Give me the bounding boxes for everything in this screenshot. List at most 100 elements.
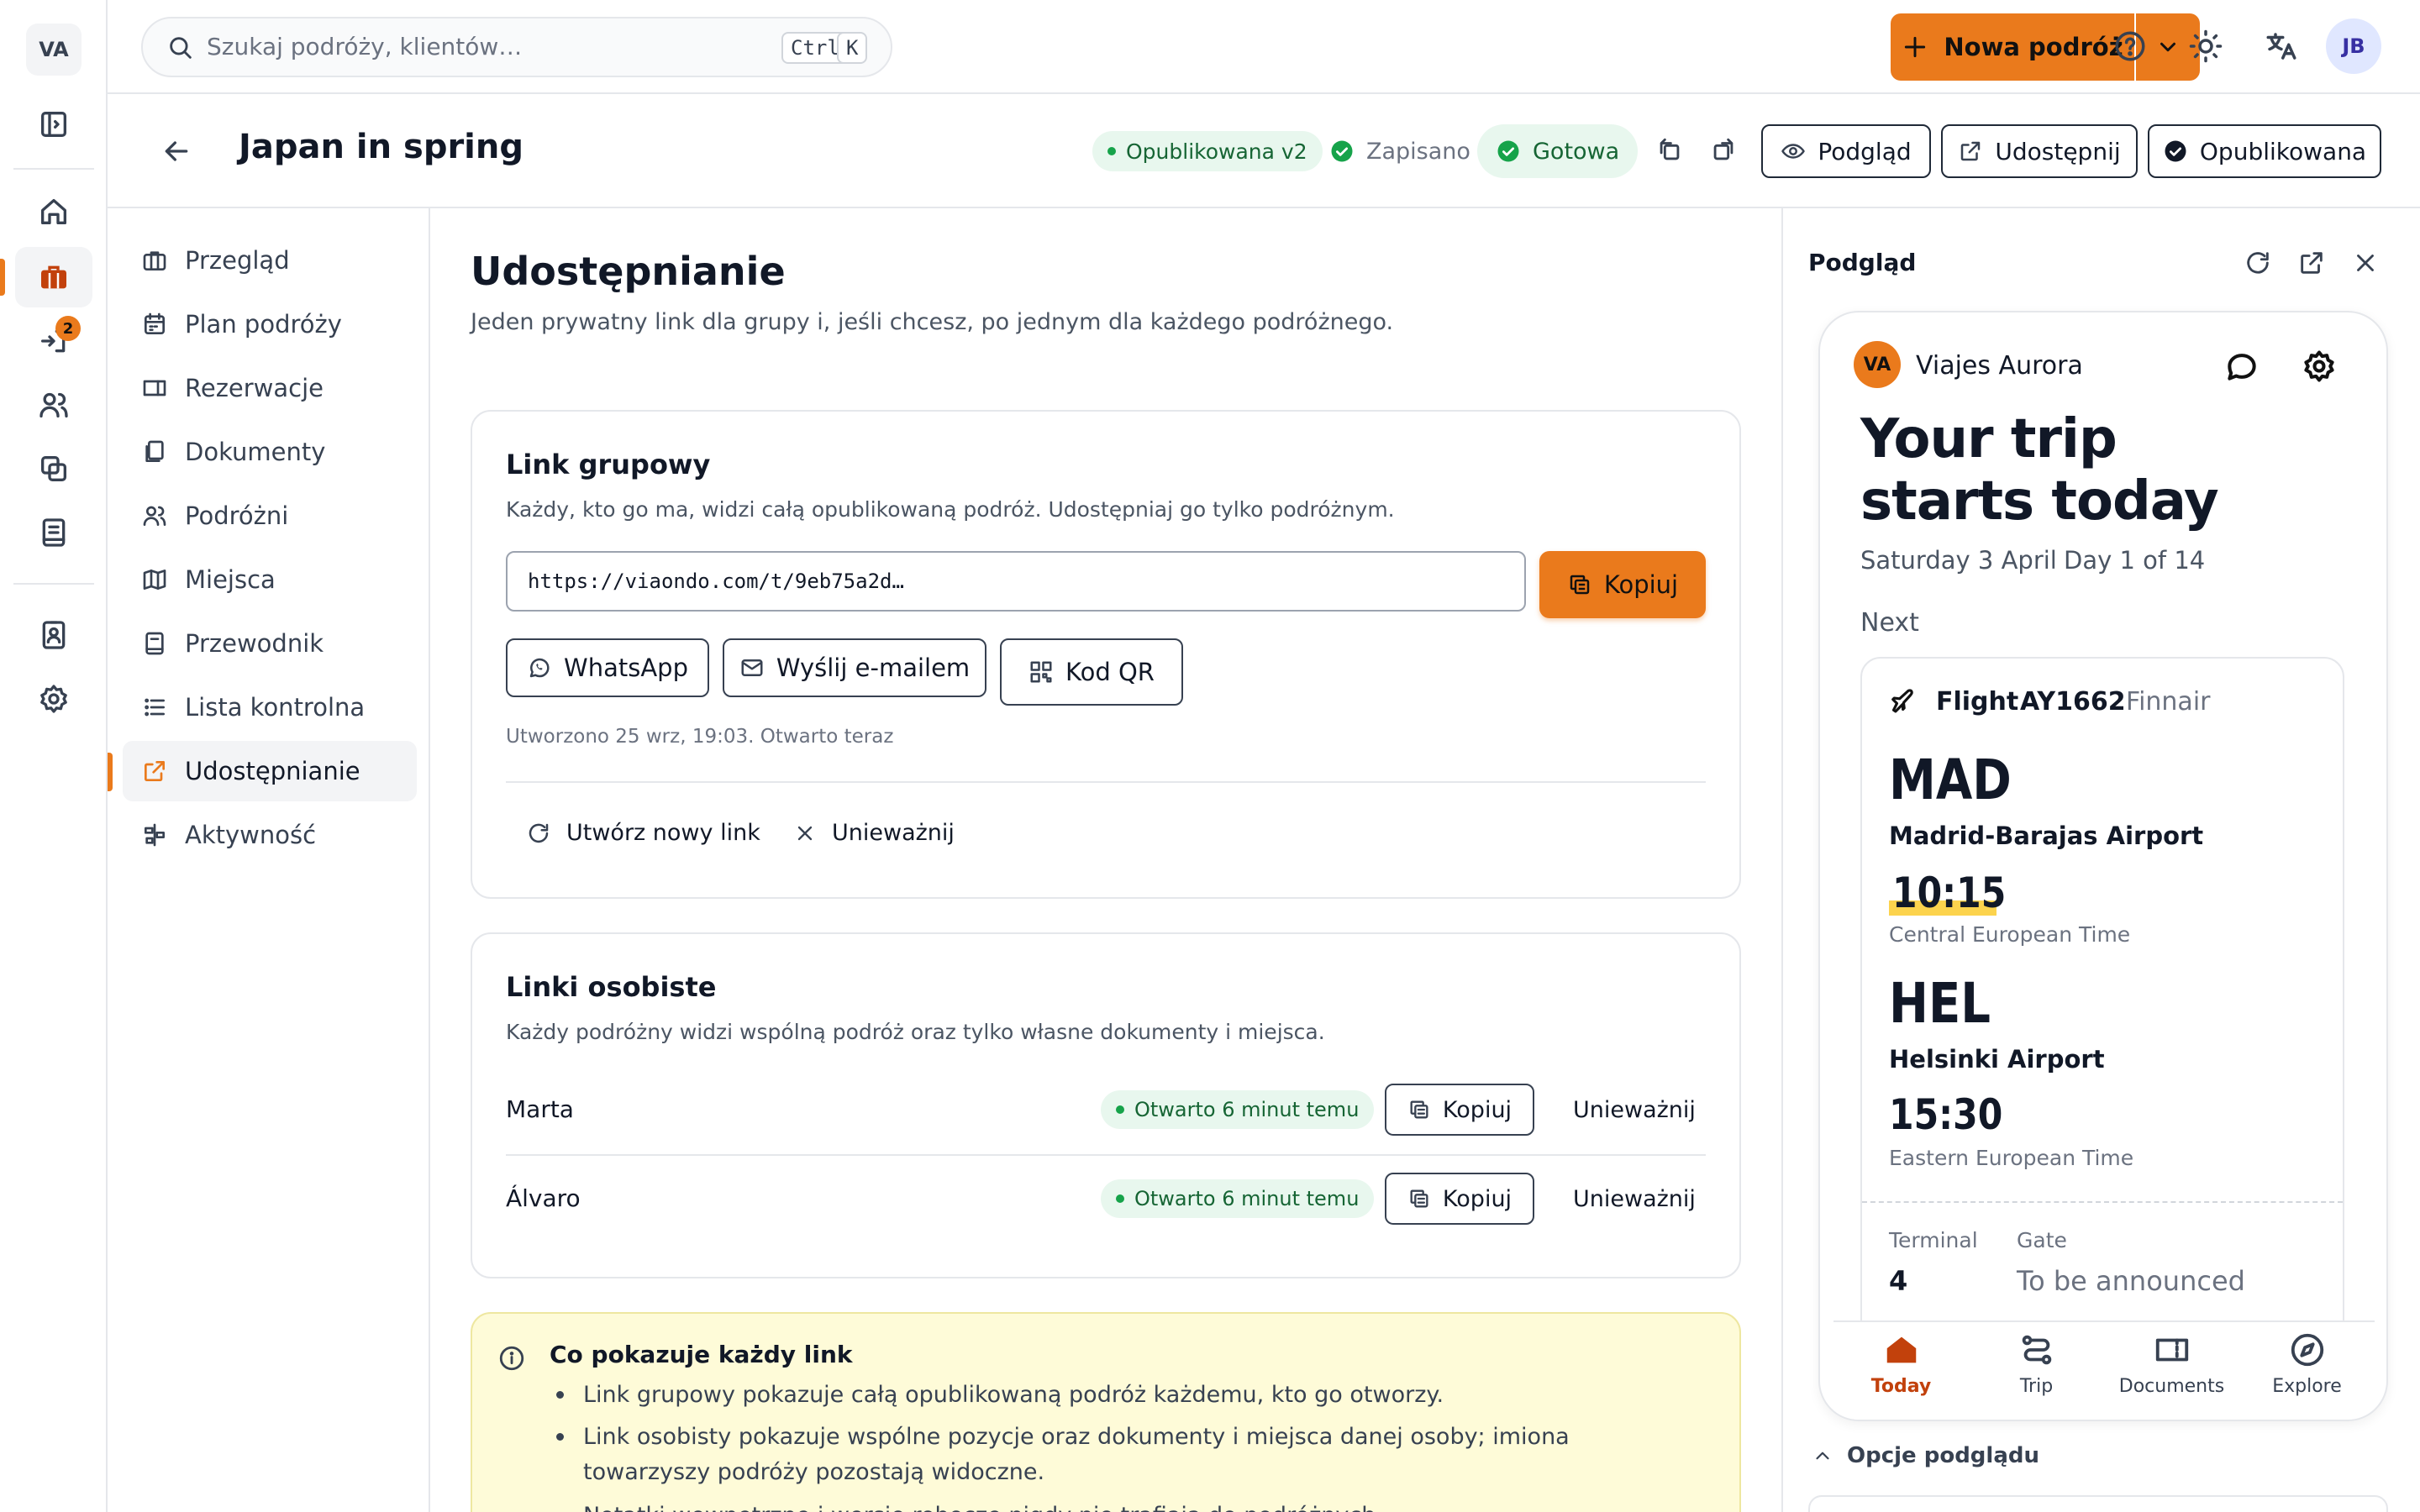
info-title: Co pokazuje każdy link [550,1341,853,1368]
tab-today[interactable]: Today [1833,1331,1969,1415]
sidebar-item-label: Udostępnianie [185,757,360,785]
sidebar-item-przegląd[interactable]: Przegląd [123,230,417,291]
revoke-personal-link-button[interactable]: Unieważnij [1573,1186,1696,1212]
rail-settings[interactable] [15,669,92,729]
group-link-url-field[interactable]: https://viaondo.com/t/9eb75a2d… [506,551,1526,612]
nav-active-indicator [108,753,113,791]
sidebar-item-lista-kontrolna[interactable]: Lista kontrolna [123,677,417,738]
arrival-time: 15:30 [1889,1090,2003,1139]
copy-personal-link-button[interactable]: Kopiuj [1385,1084,1534,1136]
sidebar-item-plan-podróży[interactable]: Plan podróży [123,294,417,354]
search-input[interactable]: Szukaj podróży, klientów… [207,32,522,62]
eye-icon [1781,144,1806,159]
gear-icon[interactable] [2301,348,2338,385]
page-title: Japan in spring [239,128,524,166]
copy-personal-link-button[interactable]: Kopiuj [1385,1173,1534,1225]
activity-icon [145,823,165,847]
check-circle-icon [1497,140,1519,162]
layers-icon [41,456,66,481]
tab-trip[interactable]: Trip [1969,1331,2104,1415]
tab-documents[interactable]: Documents [2104,1331,2239,1415]
sidebar-item-label: Miejsca [185,565,276,594]
sidebar-item-label: Lista kontrolna [185,693,366,722]
phone-preview: VA Viajes Aurora Your trip starts today … [1818,311,2388,1421]
search-box[interactable]: Szukaj podróży, klientów… Ctrl K [141,17,892,77]
contact-card-icon [42,621,66,649]
copy-group-link-label: Kopiuj [1603,570,1679,599]
email-share-button[interactable]: Wyślij e-mailem [723,638,986,697]
regenerate-link-button[interactable]: Utwórz nowy link [526,820,760,846]
redo-icon[interactable] [1709,136,1738,165]
compass-icon [2291,1333,2323,1367]
ready-status-badge[interactable]: Gotowa [1477,124,1639,178]
sidebar-item-label: Przegląd [185,246,290,275]
chat-icon[interactable] [2223,348,2260,385]
sidebar-item-udostępnianie[interactable]: Udostępnianie [123,741,417,801]
agency-logo[interactable]: VA [26,24,82,76]
arrival-code: HEL [1889,971,1991,1036]
sidebar-item-aktywność[interactable]: Aktywność [123,805,417,865]
arrival-airport: Helsinki Airport [1889,1045,2105,1074]
copy-group-link-button[interactable]: Kopiuj [1539,551,1706,618]
close-icon[interactable] [2351,249,2380,277]
user-avatar[interactable]: JB [2326,18,2381,74]
departure-code: MAD [1889,748,2012,812]
plus-icon [1905,36,1926,58]
status-dot [1116,1105,1124,1114]
preview-options-label: Opcje podglądu [1847,1443,2039,1468]
sidebar-item-podróżni[interactable]: Podróżni [123,486,417,546]
divider [506,781,1706,783]
refresh-icon[interactable] [2244,249,2272,277]
sidebar-item-dokumenty[interactable]: Dokumenty [123,422,417,482]
back-arrow-icon[interactable] [160,134,193,168]
sidebar-item-przewodnik[interactable]: Przewodnik [123,613,417,674]
help-icon[interactable] [2112,29,2148,64]
documents-icon [145,440,164,462]
agency-name: Viajes Aurora [1916,351,2083,381]
chevron-down-icon [2160,42,2175,52]
refresh-icon [529,823,549,843]
new-trip-button[interactable]: Nowa podróż [1891,13,2134,81]
revoke-personal-link-button[interactable]: Unieważnij [1573,1097,1696,1123]
sidebar-item-rezerwacje[interactable]: Rezerwacje [123,358,417,418]
copy-icon [1410,1189,1428,1208]
rail-requests[interactable]: 2 [15,311,92,371]
preview-button[interactable]: Podgląd [1761,124,1931,178]
gate-value: To be announced [2017,1265,2245,1297]
check-circle-icon [2165,140,2186,162]
rail-clients[interactable] [15,375,92,435]
sidebar-item-miejsca[interactable]: Miejsca [123,549,417,610]
revoke-group-link-button[interactable]: Unieważnij [793,820,955,846]
tab-explore[interactable]: Explore [2239,1331,2375,1415]
whatsapp-share-button[interactable]: WhatsApp [506,638,709,697]
briefcase-icon [143,251,166,270]
preview-options-toggle[interactable]: Opcje podglądu [1812,1443,2039,1468]
external-link-icon[interactable] [2297,249,2326,277]
toggle-sidebar-button[interactable] [15,94,92,155]
rail-trips[interactable] [15,247,92,307]
rail-contacts[interactable] [15,605,92,665]
published-button[interactable]: Opublikowana [2148,124,2381,178]
ticket-icon [143,380,166,396]
info-bullet: Link grupowy pokazuje całą opublikowaną … [583,1382,1444,1408]
qr-code-button[interactable]: Kod QR [1000,638,1183,706]
copy-label: Kopiuj [1442,1096,1512,1123]
undo-icon[interactable] [1655,136,1684,165]
group-link-description: Każdy, kto go ma, widzi całą opublikowan… [506,497,1395,522]
sidebar-item-label: Rezerwacje [185,374,324,402]
share-button-label: Udostępnij [1995,137,2121,165]
book-icon [145,632,164,655]
preview-button-label: Podgląd [1818,137,1912,165]
sidebar-item-label: Podróżni [185,501,289,530]
rail-library[interactable] [15,438,92,499]
published-version-label: Opublikowana v2 [1126,139,1307,164]
close-icon [797,826,813,840]
personal-links-description: Każdy podróżny widzi wspólną podróż oraz… [506,1020,1325,1044]
rail-home[interactable] [15,181,92,242]
terminal-label: Terminal [1889,1228,1978,1252]
share-button[interactable]: Udostępnij [1941,124,2138,178]
sun-icon[interactable] [2188,29,2223,64]
regenerate-link-label: Utwórz nowy link [566,820,760,846]
rail-guides[interactable] [15,502,92,563]
translate-icon[interactable] [2264,29,2299,64]
